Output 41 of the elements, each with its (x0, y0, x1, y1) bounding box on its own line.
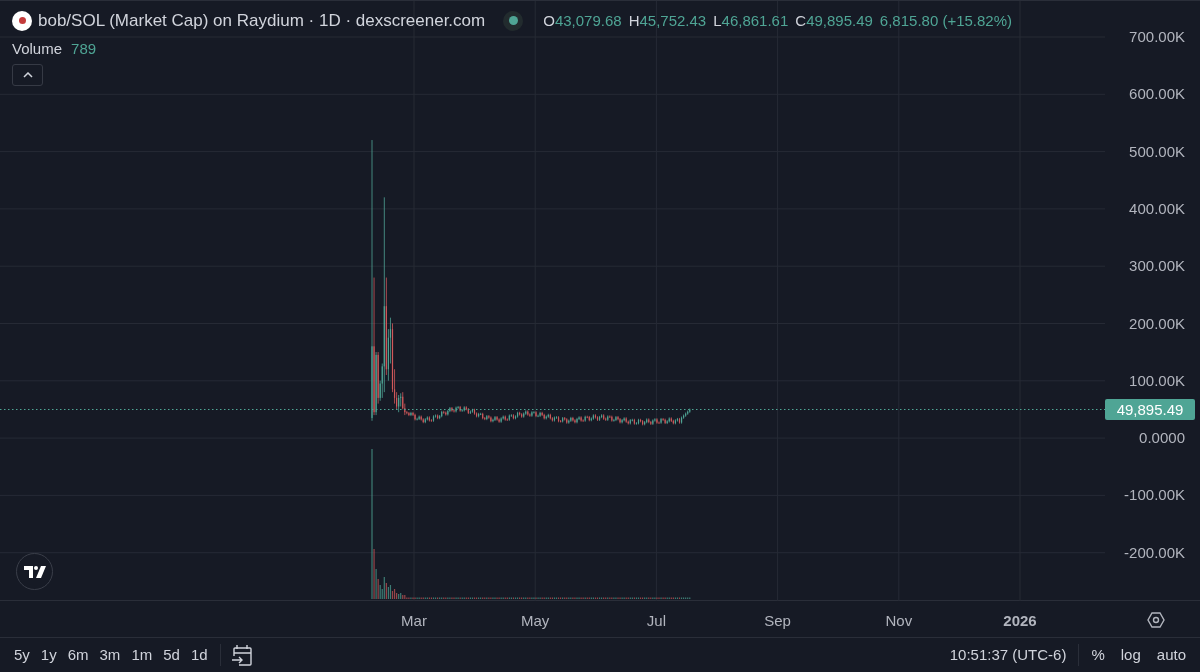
time-axis-label: Nov (884, 611, 914, 631)
time-axis-label: Sep (763, 611, 792, 631)
price-axis-label: 200.00K (1129, 314, 1185, 332)
calendar-goto-icon[interactable] (230, 644, 253, 666)
price-change: 6,815.80 (+15.82%) (879, 10, 1013, 31)
scale-option-button[interactable]: % (1087, 641, 1109, 669)
last-price-label: 49,895.49 (1105, 399, 1195, 420)
time-axis-label: Mar (400, 611, 428, 631)
volume-value: 789 (71, 39, 97, 59)
ohlc-value: L46,861.61 (713, 10, 789, 31)
range-button[interactable]: 3m (95, 641, 125, 669)
range-button[interactable]: 1m (127, 641, 157, 669)
token-logo-icon (12, 10, 32, 31)
time-axis-label: 2026 (1002, 611, 1038, 631)
price-axis-label: 100.00K (1129, 371, 1185, 389)
volume-label: Volume (12, 39, 63, 59)
chart-title: bob/SOL (Market Cap) on Raydium · 1D · dexscreener.com (38, 10, 486, 32)
ohlc-value: O43,079.68 (543, 10, 622, 31)
scale-option-button[interactable]: auto (1152, 641, 1190, 669)
price-axis-label: 400.00K (1129, 199, 1185, 217)
time-axis-label: May (520, 611, 551, 631)
price-axis-label: 500.00K (1129, 142, 1185, 160)
ohlc-value: C49,895.49 (795, 10, 873, 31)
price-axis-label: 700.00K (1129, 28, 1185, 45)
price-axis-label: 300.00K (1129, 257, 1185, 275)
time-axis-label: Jul (645, 611, 667, 631)
chevron-up-icon (22, 72, 33, 78)
settings-icon[interactable] (1147, 611, 1165, 629)
price-axis-label: -200.00K (1124, 543, 1185, 561)
range-button[interactable]: 1d (186, 641, 212, 669)
clock-time[interactable]: 10:51:37 (UTC-6) (949, 643, 1067, 667)
price-axis-label: 0.0000 (1139, 429, 1185, 447)
range-button[interactable]: 6m (63, 641, 93, 669)
range-button[interactable]: 5d (159, 641, 184, 669)
price-axis-label: -100.00K (1124, 486, 1185, 504)
scale-option-button[interactable]: log (1116, 641, 1145, 669)
range-button[interactable]: 1y (36, 641, 61, 669)
range-button[interactable]: 5y (10, 641, 34, 669)
price-axis-label: 600.00K (1129, 85, 1185, 103)
ohlc-value: H45,752.43 (628, 10, 707, 31)
collapse-button[interactable] (12, 64, 43, 86)
